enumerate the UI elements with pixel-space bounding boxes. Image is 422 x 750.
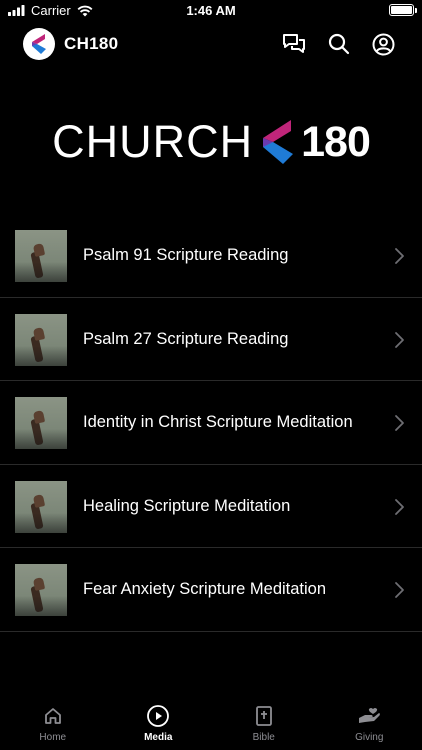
play-circle-icon <box>146 704 170 728</box>
media-title: Healing Scripture Meditation <box>83 496 291 515</box>
status-bar: Carrier 1:46 AM <box>0 0 422 22</box>
tab-bible[interactable]: Bible <box>211 698 317 750</box>
giving-hand-icon <box>357 704 381 728</box>
media-title: Psalm 27 Scripture Reading <box>83 329 289 348</box>
tab-media[interactable]: Media <box>106 698 212 750</box>
ch180-mark-icon <box>263 120 294 164</box>
tab-home[interactable]: Home <box>0 698 106 750</box>
chevron-right-icon <box>395 248 404 264</box>
tab-bar: Home Media Bible Giving <box>0 698 422 750</box>
media-thumbnail <box>15 313 67 366</box>
hero-number: 180 <box>301 117 371 166</box>
ch180-logo-icon <box>32 34 46 54</box>
media-thumbnail <box>15 397 67 449</box>
battery-icon <box>389 4 417 16</box>
media-list-item[interactable]: Identity in Christ Scripture Meditation <box>0 381 422 465</box>
chat-bubbles-icon[interactable] <box>281 31 307 57</box>
bible-icon <box>252 704 276 728</box>
media-list-item[interactable]: Fear Anxiety Scripture Meditation <box>0 548 422 632</box>
media-title: Psalm 91 Scripture Reading <box>83 246 289 264</box>
media-thumbnail <box>15 230 67 282</box>
app-logo[interactable] <box>23 28 55 60</box>
chevron-right-icon <box>395 582 404 598</box>
media-list-item[interactable]: Psalm 27 Scripture Reading <box>0 298 422 381</box>
search-icon[interactable] <box>326 31 352 57</box>
chevron-right-icon <box>395 331 404 348</box>
tab-giving[interactable]: Giving <box>317 698 422 750</box>
media-thumbnail <box>15 564 67 616</box>
media-title: Fear Anxiety Scripture Meditation <box>83 580 327 598</box>
chevron-right-icon <box>395 498 404 515</box>
home-icon <box>41 704 65 728</box>
church180-banner: CHURCH 180 <box>0 112 422 172</box>
chevron-right-icon <box>395 415 404 431</box>
status-time: 1:46 AM <box>186 3 236 18</box>
tab-label: Media <box>144 732 173 743</box>
top-navbar: CH180 <box>0 26 422 62</box>
media-list-item[interactable]: Psalm 91 Scripture Reading <box>0 214 422 298</box>
media-list-item[interactable]: Healing Scripture Meditation <box>0 465 422 548</box>
hero-word: CHURCH <box>52 116 254 167</box>
profile-icon[interactable] <box>370 31 396 57</box>
tab-label: Bible <box>252 732 275 743</box>
tab-label: Home <box>39 732 67 743</box>
media-list: Psalm 91 Scripture Reading Psalm 27 Scrip… <box>0 214 422 632</box>
media-thumbnail <box>15 480 67 533</box>
media-title: Identity in Christ Scripture Meditation <box>83 413 353 431</box>
tab-label: Giving <box>355 732 384 743</box>
app-title: CH180 <box>64 34 119 53</box>
